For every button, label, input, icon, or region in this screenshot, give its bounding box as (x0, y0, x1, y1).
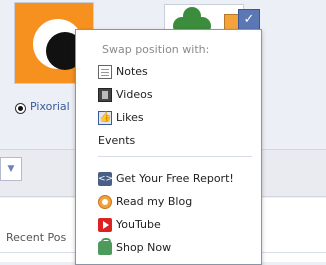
menu-item-free-report[interactable]: <> Get Your Free Report! (98, 170, 234, 188)
menu-separator (98, 156, 252, 157)
youtube-icon (98, 218, 112, 232)
menu-item-notes[interactable]: Notes (98, 63, 148, 81)
menu-item-youtube[interactable]: YouTube (98, 216, 161, 234)
swap-position-menu: Swap position with: Notes Videos Likes E… (75, 29, 262, 265)
videos-icon (98, 88, 112, 102)
recent-posts-label: Recent Pos (6, 231, 67, 244)
dropdown-button[interactable]: ▼ (0, 157, 22, 181)
menu-item-events[interactable]: Events (98, 132, 135, 150)
menu-title: Swap position with: (102, 43, 210, 56)
likes-icon (98, 109, 112, 127)
menu-item-likes[interactable]: Likes (98, 109, 144, 127)
menu-item-videos[interactable]: Videos (98, 86, 153, 104)
pixorial-icon (15, 103, 26, 114)
shop-icon (98, 238, 112, 255)
notes-icon (98, 65, 112, 79)
blog-icon (98, 195, 112, 209)
pixorial-link[interactable]: Pixorial (30, 100, 70, 113)
report-icon: <> (98, 172, 114, 186)
menu-item-shop[interactable]: Shop Now (98, 238, 171, 257)
menu-item-blog[interactable]: Read my Blog (98, 193, 192, 211)
